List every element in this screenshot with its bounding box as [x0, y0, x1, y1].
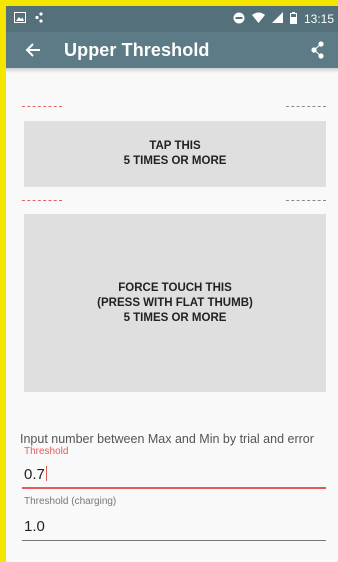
threshold-label: Threshold	[24, 446, 69, 457]
status-bar: 13:15	[6, 6, 338, 32]
wifi-icon	[251, 12, 265, 26]
status-left-icons	[14, 12, 43, 26]
tap-area[interactable]: TAP THIS 5 TIMES OR MORE	[24, 121, 326, 187]
threshold-input[interactable]: 0.7	[24, 466, 47, 483]
force-indicator-strip	[22, 200, 326, 202]
arrow-left-icon[interactable]	[22, 39, 44, 61]
battery-icon	[289, 11, 297, 27]
force-touch-area[interactable]: FORCE TOUCH THIS (PRESS WITH FLAT THUMB)…	[24, 214, 326, 392]
force-progress-line	[22, 200, 62, 201]
instruction-text: Input number between Max and Min by tria…	[20, 432, 314, 446]
tap-remaining-line	[286, 106, 326, 107]
status-time: 13:15	[303, 12, 334, 26]
threshold-charging-label: Threshold (charging)	[24, 496, 117, 507]
threshold-charging-value: 1.0	[24, 518, 45, 535]
signal-icon	[271, 12, 283, 26]
page-title: Upper Threshold	[64, 39, 210, 60]
threshold-charging-input[interactable]: 1.0	[24, 518, 45, 535]
phone-screen: 13:15 Upper Threshold TAP THIS 5 TIMES O…	[6, 6, 338, 562]
force-remaining-line	[286, 200, 326, 201]
share-icon[interactable]	[308, 40, 328, 60]
threshold-value: 0.7	[24, 466, 45, 483]
threshold-underline	[22, 487, 326, 489]
app-notification-icon	[35, 12, 43, 26]
tap-area-label: TAP THIS 5 TIMES OR MORE	[123, 140, 227, 167]
status-right-icons: 13:15	[233, 11, 334, 27]
tap-indicator-strip	[22, 106, 326, 108]
do-not-disturb-icon	[233, 12, 245, 27]
threshold-charging-underline	[22, 540, 326, 541]
app-bar-shadow	[6, 68, 338, 73]
tap-progress-line	[22, 106, 62, 107]
image-icon	[14, 12, 26, 26]
text-cursor	[45, 466, 47, 481]
force-touch-area-label: FORCE TOUCH THIS (PRESS WITH FLAT THUMB)…	[97, 281, 253, 324]
app-bar: Upper Threshold	[6, 32, 338, 68]
